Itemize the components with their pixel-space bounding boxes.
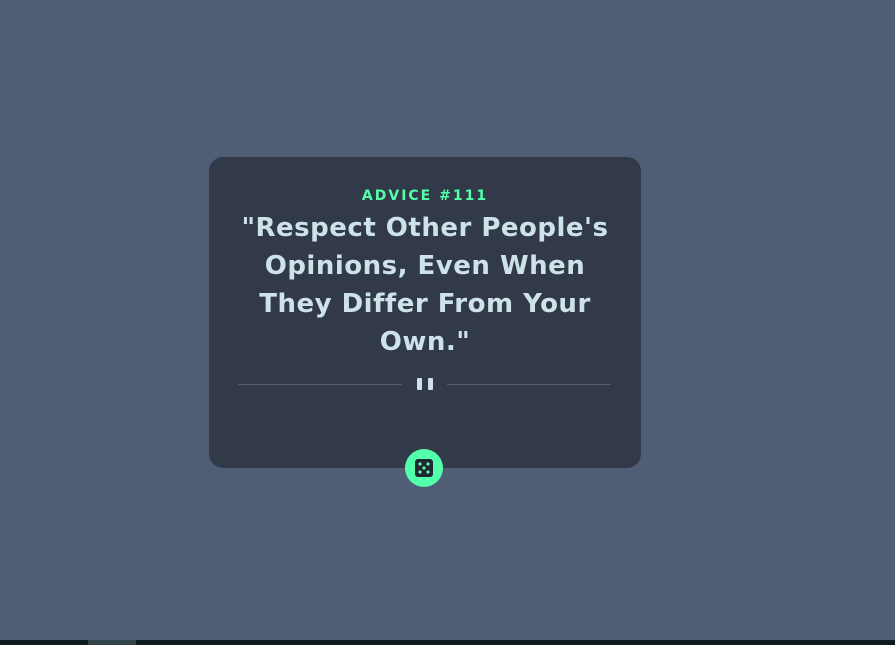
divider-right [447, 384, 611, 385]
pause-icon [417, 378, 433, 390]
taskbar [0, 640, 895, 645]
pause-bar [428, 378, 433, 390]
divider-left [238, 384, 402, 385]
generate-advice-button[interactable] [405, 449, 443, 487]
advice-card: ADVICE #111 "Respect Other People's Opin… [209, 157, 641, 468]
advice-number: ADVICE #111 [361, 188, 489, 204]
pause-bar [417, 378, 422, 390]
advice-quote: "Respect Other People's Opinions, Even W… [241, 213, 609, 357]
taskbar-item[interactable] [88, 640, 136, 645]
dice-icon [415, 459, 433, 477]
